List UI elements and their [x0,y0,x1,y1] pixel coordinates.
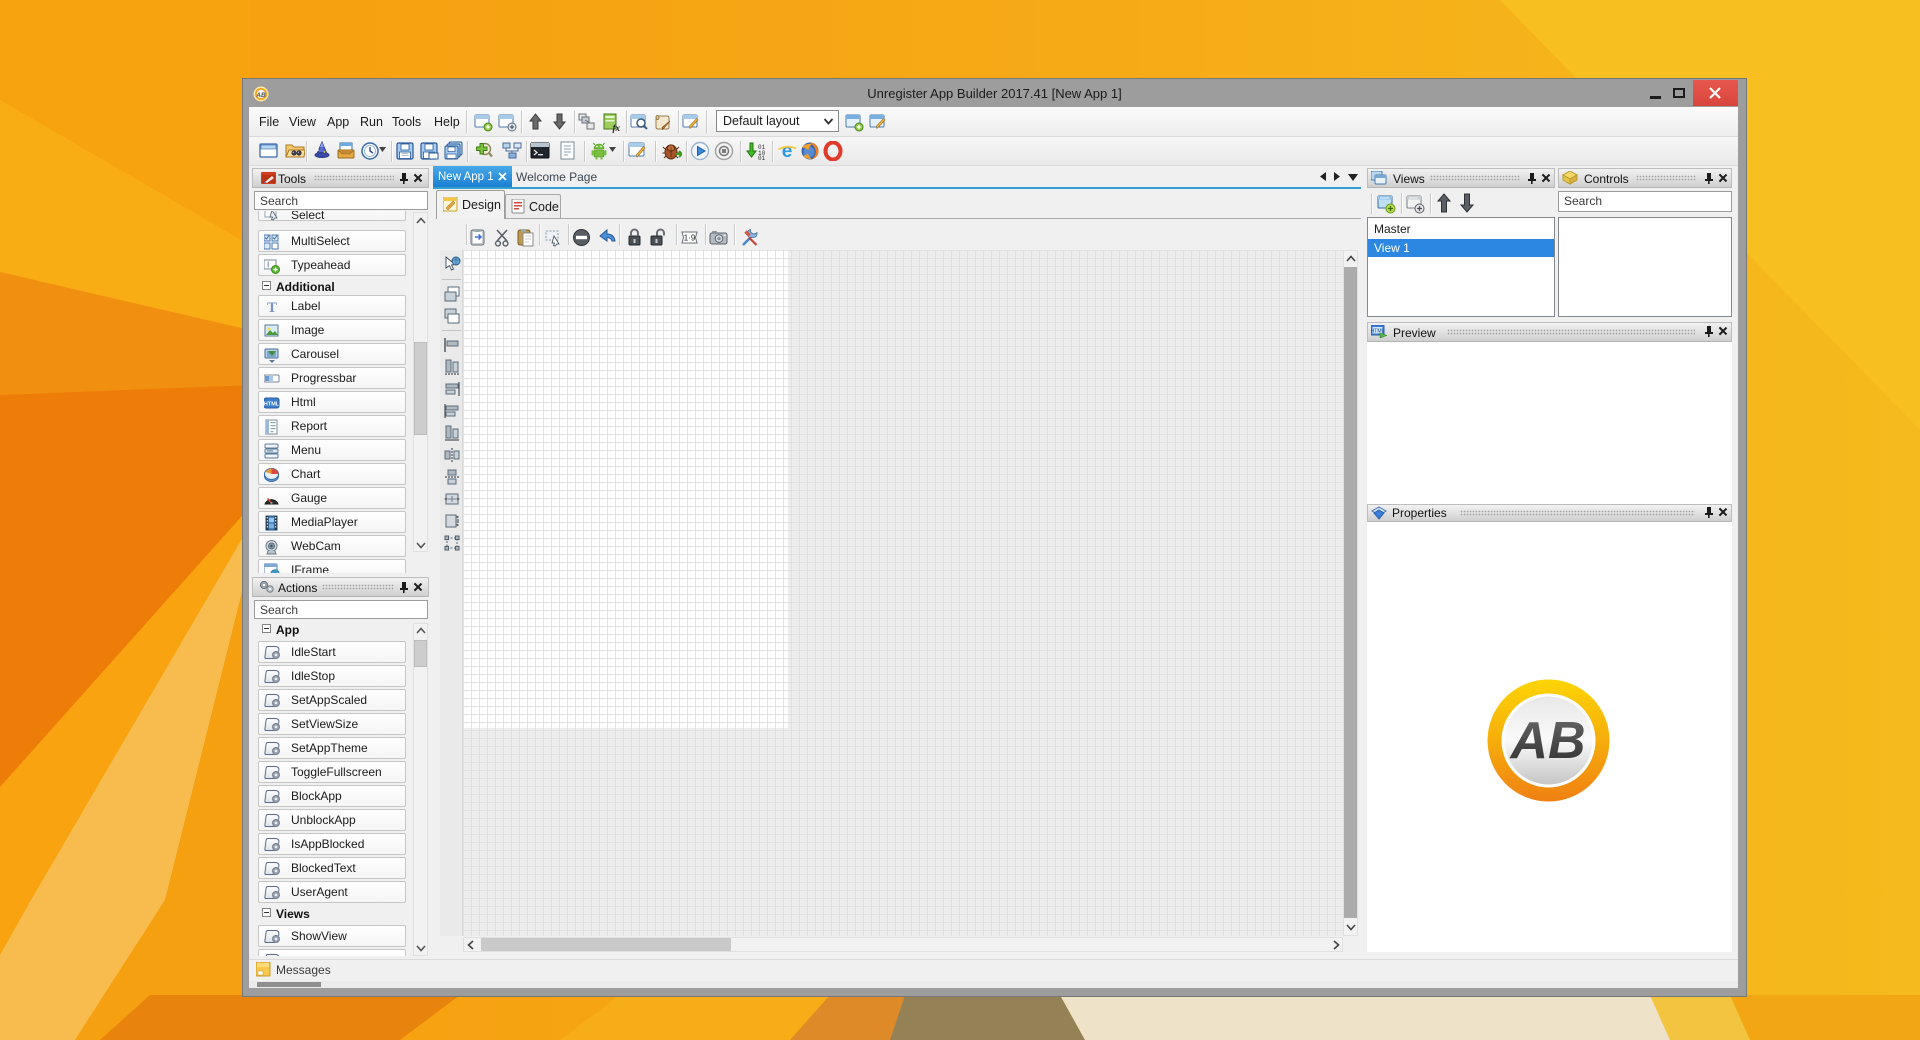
svg-text:fx: fx [613,123,621,133]
svg-text:HTML: HTML [264,402,280,408]
svg-text:AB: AB [255,92,266,99]
svg-text:HTML: HTML [1371,329,1385,335]
svg-text:01: 01 [758,155,765,161]
svg-text:1·9: 1·9 [684,234,696,243]
svg-text:AB: AB [1508,712,1585,770]
svg-text:T: T [267,300,277,315]
svg-text:e: e [782,141,793,161]
svg-text:I: I [267,261,269,270]
